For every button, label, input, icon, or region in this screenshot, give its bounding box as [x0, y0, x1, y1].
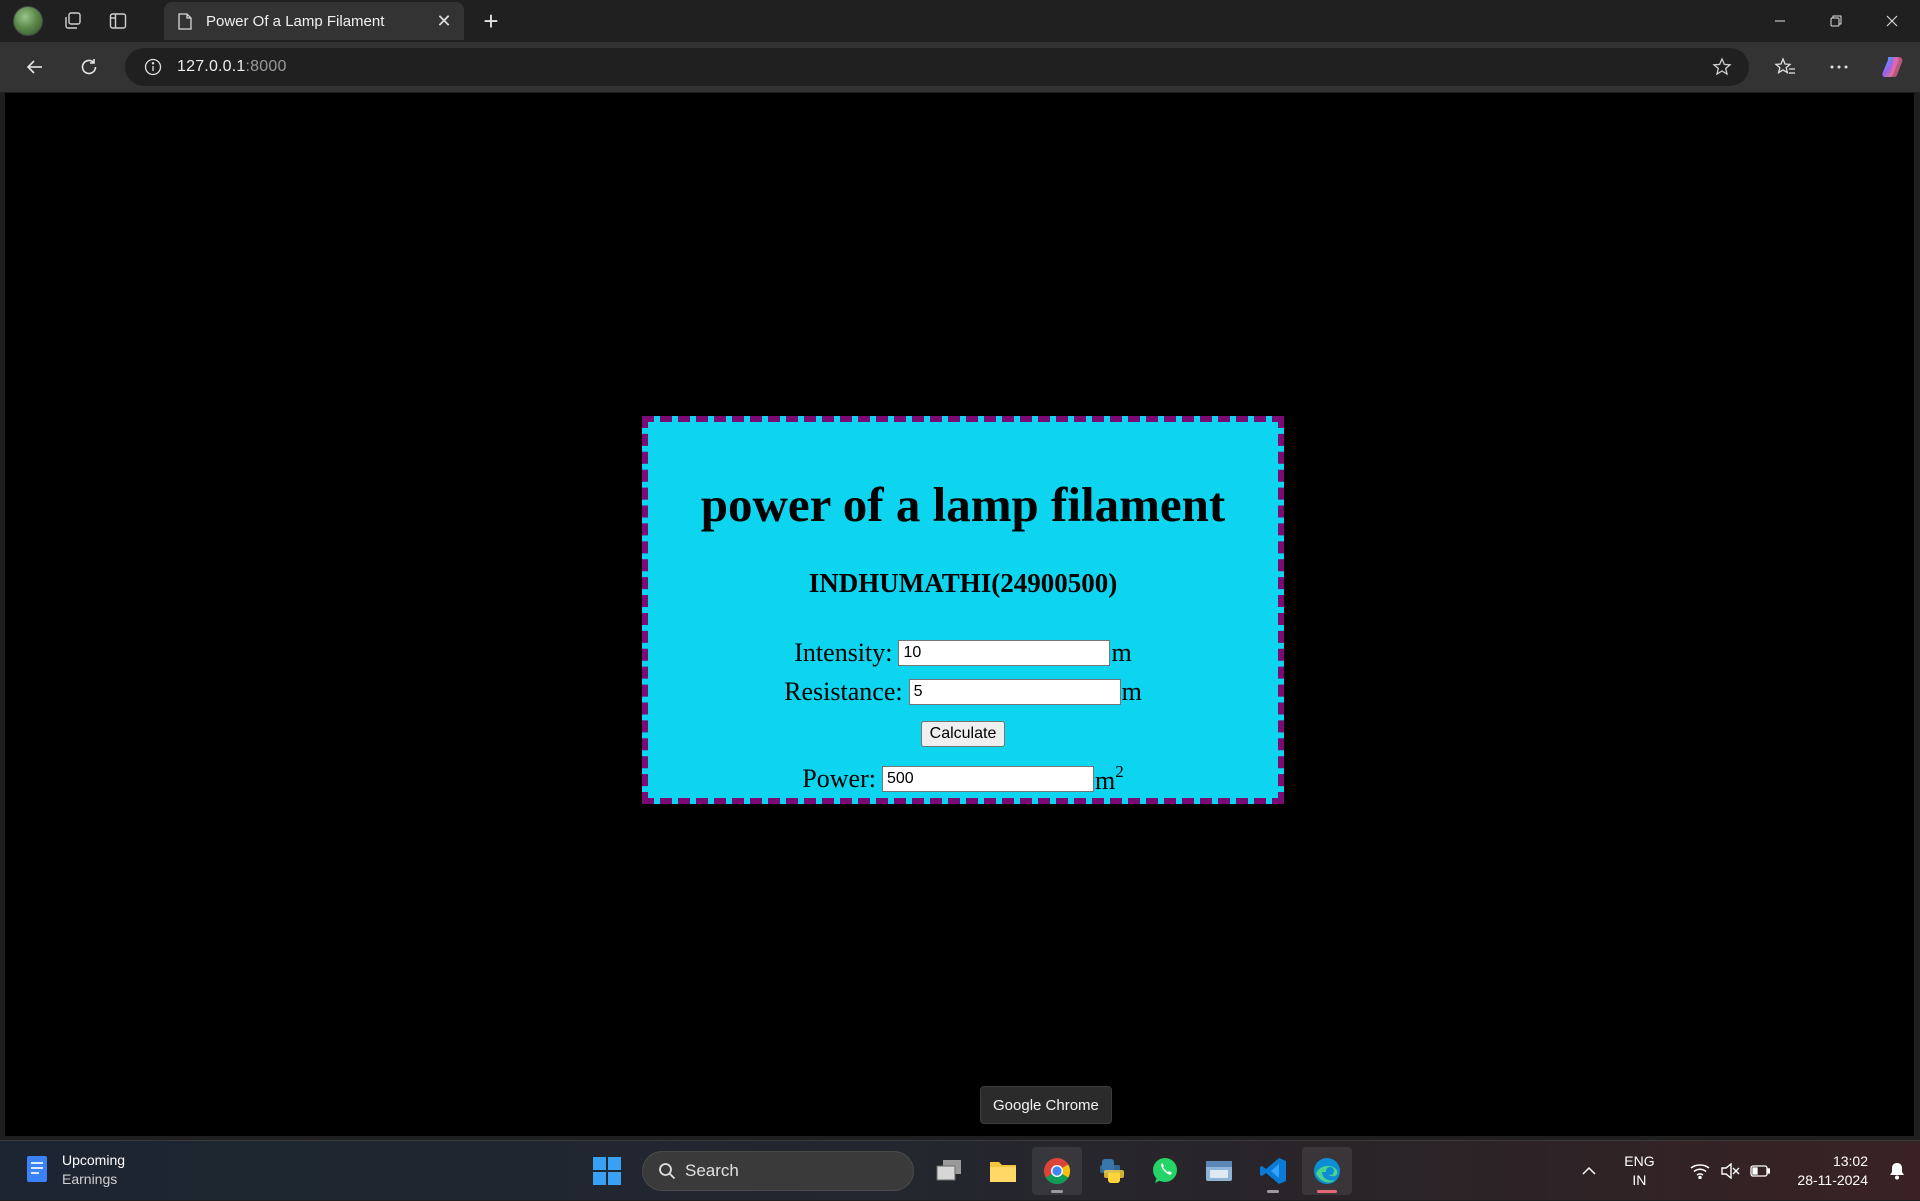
system-tray: ENG IN 13:02 28-11-2024 [1569, 1141, 1920, 1201]
power-unit-exponent: 2 [1115, 762, 1124, 781]
folder-icon [990, 1162, 1016, 1182]
minimize-button[interactable] [1752, 0, 1808, 42]
copilot-icon[interactable] [1866, 47, 1920, 87]
calculate-row: Calculate [648, 721, 1278, 747]
resistance-label: Resistance: [784, 677, 903, 706]
toolbar-right [1758, 47, 1920, 87]
page-favicon-icon [176, 12, 194, 30]
region-code: IN [1632, 1172, 1647, 1188]
close-window-button[interactable] [1864, 0, 1920, 42]
show-hidden-icons-chevron-up-icon[interactable] [1569, 1166, 1609, 1176]
python-icon [1100, 1159, 1124, 1183]
new-tab-button[interactable]: + [474, 4, 508, 38]
vscode-button[interactable] [1248, 1147, 1298, 1195]
back-button[interactable] [15, 47, 55, 87]
taskbar-apps: Search [580, 1147, 1354, 1195]
python-button[interactable] [1086, 1147, 1136, 1195]
close-tab-icon[interactable]: ✕ [430, 7, 458, 35]
author-heading: INDHUMATHI(24900500) [808, 568, 1118, 598]
edge-icon [1314, 1158, 1340, 1184]
favorite-star-icon[interactable] [1711, 56, 1733, 78]
power-row: Power: m2 [648, 763, 1278, 794]
tab-strip: Power Of a Lamp Filament ✕ + [0, 0, 1920, 42]
widgets-button[interactable]: Upcoming Earnings [24, 1151, 125, 1189]
profile-avatar[interactable] [10, 3, 46, 39]
resistance-input[interactable] [908, 679, 1121, 705]
start-button[interactable] [582, 1147, 632, 1195]
edge-button[interactable] [1302, 1147, 1352, 1195]
chrome-button[interactable] [1032, 1147, 1082, 1195]
workspaces-icon[interactable] [55, 3, 91, 39]
language-code: ENG [1624, 1153, 1655, 1169]
notification-bell-icon[interactable] [1882, 1162, 1912, 1180]
power-unit: m2 [1094, 762, 1124, 795]
restore-button[interactable] [1808, 0, 1864, 42]
file-explorer-button[interactable] [978, 1147, 1028, 1195]
taskbar-search[interactable]: Search [642, 1151, 914, 1191]
vertical-tabs-icon[interactable] [100, 3, 136, 39]
active-indicator [1317, 1190, 1337, 1193]
windows-icon [593, 1157, 621, 1185]
clock-date: 28-11-2024 [1797, 1172, 1868, 1188]
media-app-button[interactable] [1194, 1147, 1244, 1195]
taskbar: Upcoming Earnings Search ENG IN 13:02 28… [0, 1140, 1920, 1200]
media-icon [1206, 1161, 1232, 1181]
active-tab[interactable]: Power Of a Lamp Filament ✕ [164, 2, 464, 40]
calculate-button[interactable]: Calculate [920, 721, 1006, 747]
address-bar[interactable]: 127.0.0.1:8000 [125, 48, 1749, 86]
earnings-icon [27, 1156, 47, 1182]
running-indicator [1267, 1190, 1279, 1193]
intensity-input[interactable] [898, 640, 1111, 666]
widget-subtitle: Earnings [62, 1171, 118, 1187]
intensity-label: Intensity: [794, 638, 893, 667]
tab-title: Power Of a Lamp Filament [206, 12, 385, 30]
whatsapp-icon [1153, 1158, 1177, 1183]
favorites-icon[interactable] [1758, 47, 1812, 87]
intensity-row: Intensity: m [648, 640, 1278, 666]
window-controls [1752, 0, 1920, 42]
volume-muted-icon[interactable] [1715, 1163, 1745, 1179]
avatar [13, 6, 43, 36]
task-view-button[interactable] [924, 1147, 974, 1195]
widget-title: Upcoming [62, 1152, 126, 1168]
intensity-unit: m [1111, 638, 1132, 667]
whatsapp-button[interactable] [1140, 1147, 1190, 1195]
power-label: Power: [802, 763, 876, 793]
reload-button[interactable] [69, 47, 109, 87]
clock-time: 13:02 [1832, 1153, 1868, 1169]
more-options-icon[interactable] [1812, 47, 1866, 87]
task-view-icon [936, 1160, 961, 1181]
running-indicator [1051, 1190, 1063, 1193]
page-title: power of a lamp filament [700, 477, 1226, 532]
resistance-unit: m [1121, 677, 1142, 706]
language-indicator[interactable]: ENG IN [1609, 1152, 1669, 1190]
vscode-icon [1260, 1158, 1286, 1184]
browser-toolbar: 127.0.0.1:8000 [0, 42, 1920, 92]
page-viewport: power of a lamp filament INDHUMATHI(2490… [5, 93, 1914, 1136]
battery-icon[interactable] [1745, 1165, 1775, 1177]
power-output[interactable] [881, 765, 1094, 792]
url-text: 127.0.0.1:8000 [177, 58, 287, 75]
chrome-icon [1044, 1158, 1071, 1185]
site-info-icon[interactable] [143, 57, 163, 77]
search-icon [657, 1161, 677, 1181]
resistance-row: Resistance: m [648, 679, 1278, 705]
clock[interactable]: 13:02 28-11-2024 [1797, 1152, 1868, 1190]
calculator-card: power of a lamp filament INDHUMATHI(2490… [642, 416, 1284, 804]
search-placeholder: Search [685, 1161, 739, 1180]
wifi-icon[interactable] [1685, 1163, 1715, 1179]
taskbar-tooltip: Google Chrome [980, 1086, 1112, 1124]
